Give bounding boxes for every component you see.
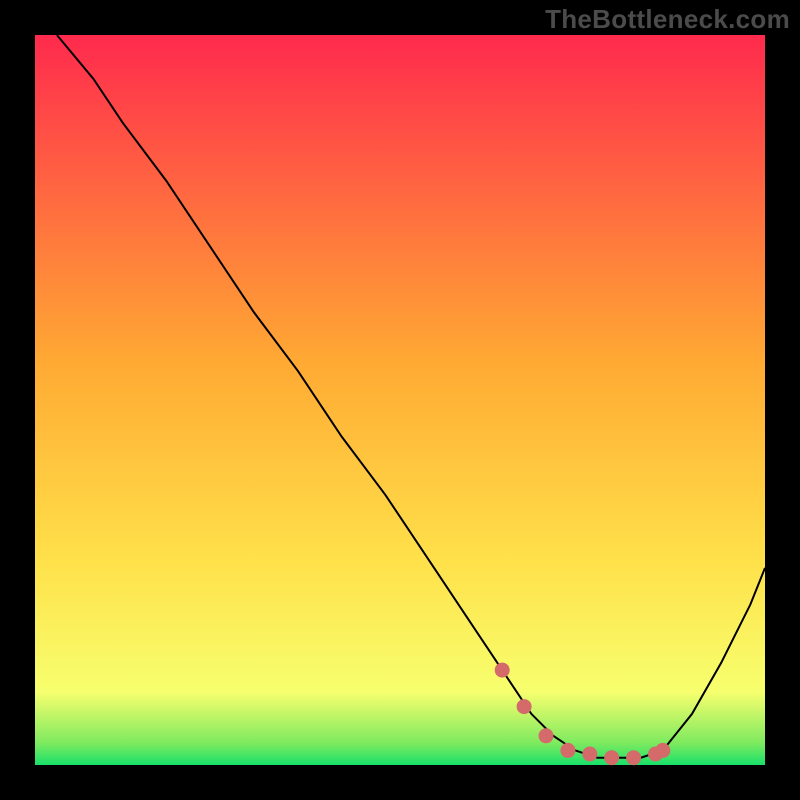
plot-area-gradient (35, 35, 765, 765)
chart-container: TheBottleneck.com (0, 0, 800, 800)
optimal-dot (627, 751, 641, 765)
optimal-dot (583, 747, 597, 761)
bottleneck-chart (0, 0, 800, 800)
optimal-dot (656, 743, 670, 757)
optimal-dot (517, 700, 531, 714)
watermark-text: TheBottleneck.com (545, 4, 790, 35)
optimal-dot (539, 729, 553, 743)
optimal-dot (495, 663, 509, 677)
optimal-dot (561, 743, 575, 757)
optimal-dot (605, 751, 619, 765)
